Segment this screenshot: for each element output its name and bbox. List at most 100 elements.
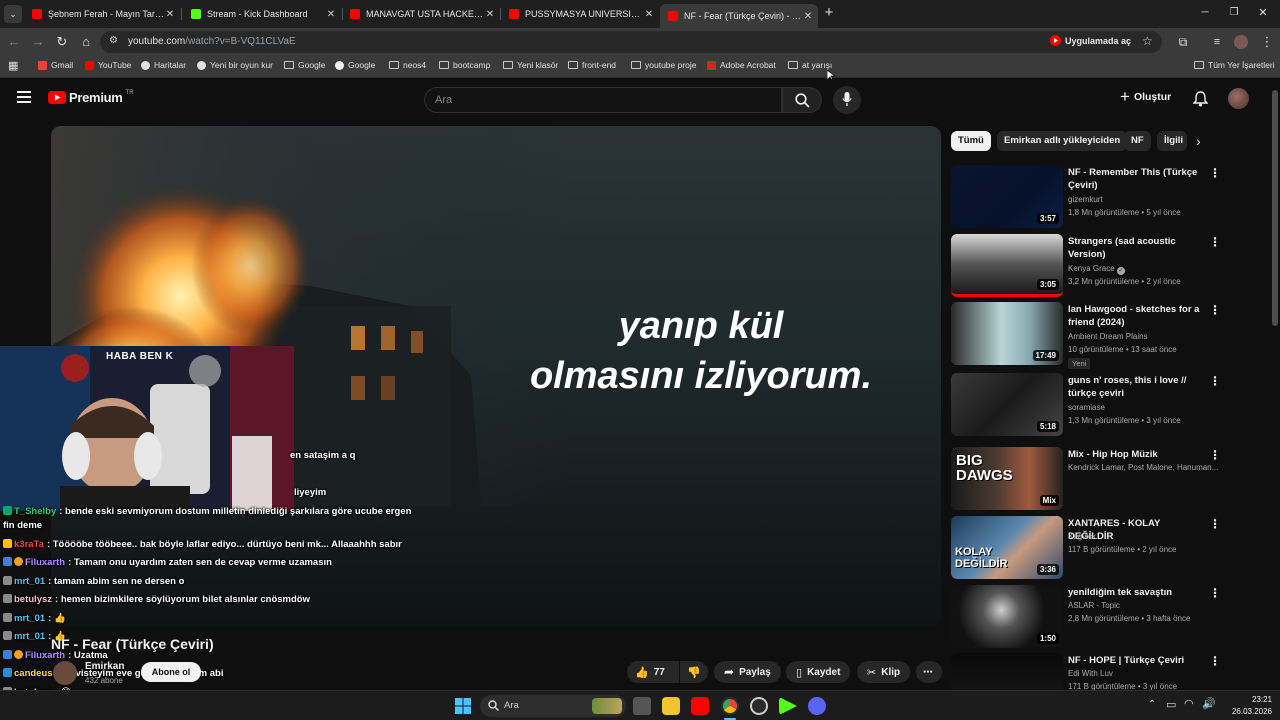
- more-vertical-icon[interactable]: ⋮: [1209, 303, 1221, 317]
- tray-chevron-icon[interactable]: ⌃: [1148, 699, 1156, 710]
- bookmark-folder-google[interactable]: Google: [284, 60, 325, 70]
- chip-all[interactable]: Tümü: [951, 131, 991, 151]
- new-tab-button[interactable]: +: [820, 4, 838, 22]
- more-vertical-icon[interactable]: ⋮: [1209, 448, 1221, 462]
- more-actions-button[interactable]: ⋯: [916, 661, 942, 683]
- youtube-logo[interactable]: Premium TR: [48, 90, 134, 105]
- reload-icon[interactable]: ↻: [53, 33, 71, 51]
- recommendation-item[interactable]: 1:50 yenildiğim tek savaştın ASLAR - Top…: [951, 585, 1251, 650]
- back-arrow-icon[interactable]: ←: [5, 33, 23, 51]
- chips-next-arrow-icon[interactable]: ›: [1196, 133, 1201, 149]
- extensions-icon[interactable]: ⧉: [1174, 33, 1192, 51]
- restore-window-icon[interactable]: ❐: [1225, 4, 1243, 22]
- browser-tab-2[interactable]: Stream - Kick Dashboard ✕: [183, 4, 341, 24]
- bookmark-new-game[interactable]: Yeni bir oyun kur: [197, 60, 273, 70]
- recommendation-item[interactable]: 3:05 Strangers (sad acoustic Version) Ke…: [951, 234, 1251, 299]
- share-button[interactable]: ➦ Paylaş: [714, 661, 781, 683]
- video-title[interactable]: Ian Hawgood - sketches for a friend (202…: [1068, 303, 1208, 329]
- page-scrollbar-thumb[interactable]: [1272, 90, 1278, 326]
- clip-button[interactable]: ✂ Klip: [857, 661, 911, 683]
- video-thumbnail[interactable]: [951, 653, 1063, 690]
- chip-from-uploader[interactable]: Emirkan adlı yükleyiciden: [997, 131, 1128, 151]
- browser-tab-active[interactable]: NF - Fear (Türkçe Çeviri) - YouTube ✕: [660, 4, 818, 28]
- bookmark-gmail[interactable]: Gmail: [38, 60, 73, 70]
- bookmark-maps[interactable]: Haritalar: [141, 60, 186, 70]
- more-vertical-icon[interactable]: ⋮: [1209, 374, 1221, 388]
- search-input[interactable]: Ara: [424, 87, 782, 113]
- all-bookmarks-folder[interactable]: Tüm Yer İşaretleri: [1194, 60, 1275, 70]
- video-channel[interactable]: Ambient Dream Plains: [1068, 332, 1148, 341]
- obs-taskbar-icon[interactable]: [750, 697, 768, 715]
- kick-taskbar-icon[interactable]: [779, 697, 797, 715]
- hamburger-menu-icon[interactable]: [17, 91, 31, 103]
- video-title[interactable]: guns n' roses, this i love // türkçe çev…: [1068, 374, 1208, 400]
- notifications-bell-icon[interactable]: [1193, 91, 1208, 107]
- video-channel[interactable]: Kendrick Lamar, Post Malone, Hanuman...: [1068, 463, 1218, 472]
- system-clock[interactable]: 23:21 26.03.2026: [1222, 694, 1272, 718]
- recommendation-item[interactable]: 17:49 Ian Hawgood - sketches for a frien…: [951, 302, 1251, 369]
- bookmark-folder-at-yarisi[interactable]: at yarışı: [788, 60, 832, 70]
- chrome-taskbar-icon[interactable]: [721, 697, 739, 715]
- video-channel[interactable]: Xagvick: [1068, 532, 1096, 541]
- video-thumbnail[interactable]: BIG DAWGS Mix: [951, 447, 1063, 510]
- recommendation-item[interactable]: KOLAY DEĞİLDİR 3:36 XANTARES - KOLAY DEĞİ…: [951, 516, 1251, 581]
- apps-grid-icon[interactable]: ▦: [8, 59, 18, 72]
- chip-related[interactable]: İlgili: [1157, 131, 1187, 151]
- video-channel[interactable]: Edi With Luv: [1068, 669, 1113, 678]
- video-thumbnail[interactable]: 3:57: [951, 165, 1063, 228]
- video-title[interactable]: yenildiğim tek savaştın: [1068, 586, 1208, 599]
- account-avatar[interactable]: [1228, 88, 1249, 109]
- recommendation-item[interactable]: BIG DAWGS Mix Mix - Hip Hop Müzik Kendric…: [951, 447, 1251, 512]
- video-thumbnail[interactable]: 1:50: [951, 585, 1063, 648]
- video-title[interactable]: Mix - Hip Hop Müzik: [1068, 448, 1208, 461]
- more-vertical-icon[interactable]: ⋮: [1209, 517, 1221, 531]
- channel-name[interactable]: Emirkan: [85, 661, 124, 672]
- bookmark-google[interactable]: Google: [335, 60, 375, 70]
- bookmark-youtube[interactable]: YouTube: [85, 60, 131, 70]
- file-explorer-icon[interactable]: [662, 697, 680, 715]
- video-channel[interactable]: Kenya Grace ✓: [1068, 264, 1125, 275]
- close-window-icon[interactable]: ✕: [1254, 4, 1272, 22]
- youtube-taskbar-icon[interactable]: [691, 697, 709, 715]
- bookmark-folder-bootcamp[interactable]: bootcamp: [439, 60, 490, 70]
- video-title[interactable]: NF - HOPE | Türkçe Çeviri: [1068, 654, 1208, 667]
- more-vertical-icon[interactable]: ⋮: [1209, 166, 1221, 180]
- chip-nf[interactable]: NF: [1124, 131, 1151, 151]
- bookmark-star-icon[interactable]: ☆: [1142, 34, 1153, 48]
- video-thumbnail[interactable]: KOLAY DEĞİLDİR 3:36: [951, 516, 1063, 579]
- video-channel[interactable]: soramiase: [1068, 403, 1105, 412]
- minimize-window-icon[interactable]: ─: [1196, 4, 1214, 22]
- video-title[interactable]: Strangers (sad acoustic Version): [1068, 235, 1208, 261]
- save-button[interactable]: ▯ Kaydet: [786, 661, 851, 683]
- close-tab-icon[interactable]: ✕: [802, 11, 814, 22]
- forward-arrow-icon[interactable]: →: [29, 33, 47, 51]
- create-button[interactable]: + Oluştur: [1120, 88, 1171, 105]
- browser-tab-1[interactable]: Şebnem Ferah - Mayın Tarlası (Lyric Vide…: [24, 4, 180, 24]
- browser-menu-icon[interactable]: ⋮: [1258, 33, 1276, 51]
- voice-search-button[interactable]: [833, 86, 861, 114]
- bookmark-folder-new[interactable]: Yeni klasör: [503, 60, 558, 70]
- video-thumbnail[interactable]: 5:18: [951, 373, 1063, 436]
- video-title[interactable]: NF - Remember This (Türkçe Çeviri): [1068, 166, 1208, 192]
- bookmark-folder-youtube-proje[interactable]: youtube proje: [631, 60, 697, 70]
- recommendation-item[interactable]: NF - HOPE | Türkçe Çeviri Edi With Luv 1…: [951, 653, 1251, 690]
- bookmark-adobe[interactable]: Adobe Acrobat: [707, 60, 776, 70]
- taskbar-search-input[interactable]: Ara: [480, 695, 626, 717]
- open-in-app-button[interactable]: Uygulamada aç: [1050, 35, 1131, 46]
- video-thumbnail[interactable]: 17:49: [951, 302, 1063, 365]
- volume-icon[interactable]: 🔊: [1202, 697, 1216, 710]
- search-button[interactable]: [782, 87, 822, 113]
- task-view-icon[interactable]: [633, 697, 651, 715]
- address-bar[interactable]: ⚙ youtube.com/watch?v=B-VQ11CLVaE Uygula…: [100, 31, 1162, 53]
- channel-avatar[interactable]: [53, 661, 77, 685]
- subscribe-button[interactable]: Abone ol: [141, 662, 201, 682]
- recommendation-item[interactable]: 5:18 guns n' roses, this i love // türkç…: [951, 373, 1251, 438]
- network-icon[interactable]: ▭: [1166, 698, 1176, 711]
- browser-tab-3[interactable]: MANAVGAT USTA HACKERLAR ✕: [342, 4, 500, 24]
- profile-avatar[interactable]: [1234, 35, 1248, 49]
- browser-tab-4[interactable]: PUSSYMASYA UNIVERSITY | Ma... ✕: [501, 4, 659, 24]
- bookmark-folder-neos4[interactable]: neos4: [389, 60, 426, 70]
- video-channel[interactable]: gizemkurt: [1068, 195, 1103, 204]
- video-thumbnail[interactable]: 3:05: [951, 234, 1063, 297]
- bookmark-folder-frontend[interactable]: front-end: [568, 60, 616, 70]
